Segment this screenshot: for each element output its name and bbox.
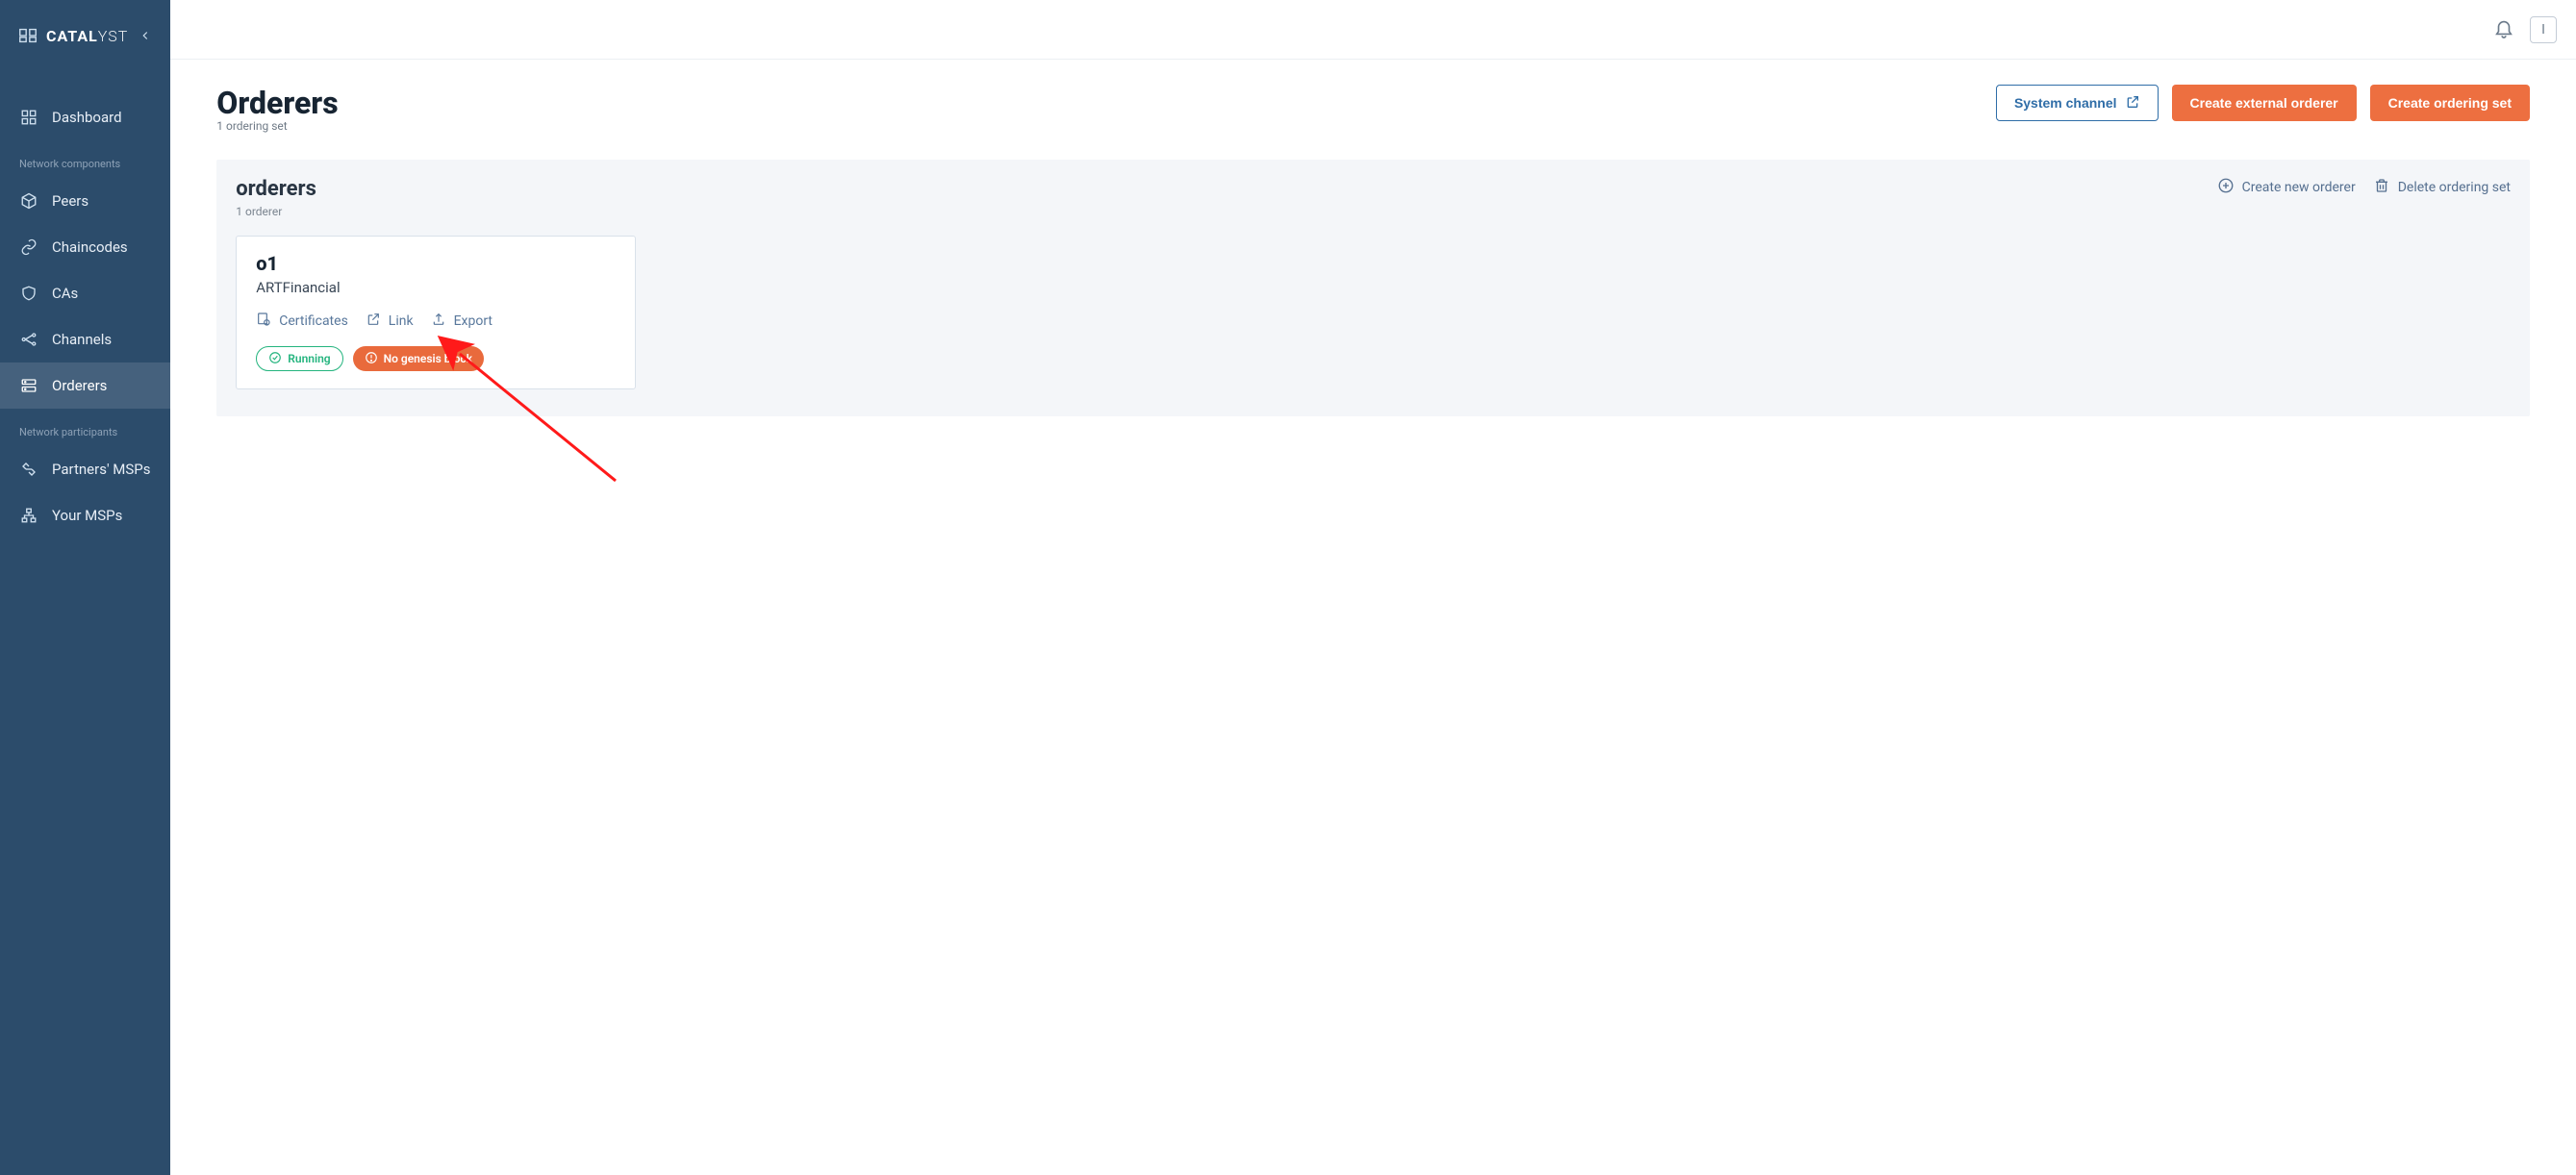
- sidebar-item-label: Chaincodes: [52, 238, 128, 256]
- create-external-orderer-button[interactable]: Create external orderer: [2172, 85, 2357, 121]
- sidebar-section-components: Network components: [0, 140, 170, 178]
- create-ordering-set-button[interactable]: Create ordering set: [2370, 85, 2530, 121]
- external-link-icon: [2125, 94, 2140, 112]
- sidebar-item-chaincodes[interactable]: Chaincodes: [0, 224, 170, 270]
- sidebar-item-orderers[interactable]: Orderers: [0, 362, 170, 409]
- link-label: Create new orderer: [2242, 180, 2356, 195]
- nodes-icon: [19, 330, 38, 349]
- user-avatar[interactable]: I: [2530, 16, 2557, 43]
- status-no-genesis-badge: No genesis block: [353, 346, 484, 371]
- page-title: Orderers: [216, 85, 338, 121]
- page-actions: System channel Create external orderer C…: [1996, 85, 2530, 121]
- badge-label: No genesis block: [384, 352, 472, 365]
- export-link[interactable]: Export: [431, 312, 492, 331]
- link-label: Delete ordering set: [2398, 180, 2511, 195]
- status-running-badge: Running: [256, 346, 342, 371]
- sidebar-item-cas[interactable]: CAs: [0, 270, 170, 316]
- sidebar-item-dashboard[interactable]: Dashboard: [0, 94, 170, 140]
- sidebar-item-label: Channels: [52, 331, 112, 348]
- cube-icon: [19, 191, 38, 211]
- sidebar-item-partners-msps[interactable]: Partners' MSPs: [0, 446, 170, 492]
- handshake-icon: [19, 460, 38, 479]
- create-new-orderer-link[interactable]: Create new orderer: [2217, 177, 2356, 198]
- badge-label: Running: [288, 352, 330, 365]
- card-links: Certificates Link: [256, 312, 616, 331]
- sidebar-item-label: Partners' MSPs: [52, 461, 151, 478]
- sidebar-item-label: CAs: [52, 285, 78, 302]
- sidebar-item-channels[interactable]: Channels: [0, 316, 170, 362]
- sidebar-section-participants: Network participants: [0, 409, 170, 446]
- delete-ordering-set-link[interactable]: Delete ordering set: [2373, 177, 2511, 198]
- brand-name: CATALYST: [46, 27, 128, 45]
- page-header: Orderers 1 ordering set System channel C…: [216, 85, 2530, 133]
- link-label: Link: [389, 313, 414, 329]
- panel-subtitle: 1 orderer: [236, 205, 316, 218]
- panel-header: orderers 1 orderer Create new orderer: [236, 177, 2511, 218]
- link-label: Certificates: [279, 313, 348, 329]
- link-label: Export: [454, 313, 492, 329]
- plus-circle-icon: [2217, 177, 2235, 198]
- avatar-initial: I: [2541, 22, 2545, 38]
- sidebar-item-label: Your MSPs: [52, 507, 122, 524]
- org-tree-icon: [19, 506, 38, 525]
- notifications-icon[interactable]: [2493, 17, 2514, 42]
- panel-actions: Create new orderer Delete ordering set: [2217, 177, 2511, 198]
- external-link-icon: [366, 312, 381, 331]
- topbar: I: [170, 0, 2576, 60]
- shield-icon: [19, 284, 38, 303]
- page-subtitle: 1 ordering set: [216, 119, 338, 133]
- button-label: Create ordering set: [2388, 95, 2512, 111]
- orderer-org: ARTFinancial: [256, 279, 616, 296]
- sidebar-item-label: Orderers: [52, 377, 107, 394]
- check-circle-icon: [268, 351, 282, 367]
- link-link[interactable]: Link: [366, 312, 414, 331]
- server-icon: [19, 376, 38, 395]
- orderer-name: o1: [256, 252, 616, 275]
- certificate-icon: [256, 312, 271, 331]
- panel-title: orderers: [236, 177, 316, 201]
- chain-icon: [19, 238, 38, 257]
- brand: CATALYST: [0, 12, 170, 63]
- orderer-card: o1 ARTFinancial Certificates: [236, 236, 636, 389]
- page-content: Orderers 1 ordering set System channel C…: [170, 60, 2576, 441]
- alert-circle-icon: [365, 351, 378, 367]
- status-badges: Running No genesis block: [256, 346, 616, 371]
- trash-icon: [2373, 177, 2390, 198]
- system-channel-button[interactable]: System channel: [1996, 85, 2159, 121]
- sidebar: CATALYST Dashboard Network components Pe…: [0, 0, 170, 1175]
- main: I Orderers 1 ordering set System channel: [170, 0, 2576, 1175]
- sidebar-item-label: Peers: [52, 192, 88, 210]
- certificates-link[interactable]: Certificates: [256, 312, 348, 331]
- button-label: System channel: [2014, 95, 2117, 111]
- sidebar-item-peers[interactable]: Peers: [0, 178, 170, 224]
- ordering-set-panel: orderers 1 orderer Create new orderer: [216, 160, 2530, 416]
- upload-icon: [431, 312, 446, 331]
- collapse-sidebar-icon[interactable]: [136, 26, 155, 45]
- sidebar-item-your-msps[interactable]: Your MSPs: [0, 492, 170, 538]
- dashboard-icon: [19, 108, 38, 127]
- button-label: Create external orderer: [2190, 95, 2338, 111]
- brand-logo-icon: [17, 25, 38, 46]
- sidebar-item-label: Dashboard: [52, 109, 122, 126]
